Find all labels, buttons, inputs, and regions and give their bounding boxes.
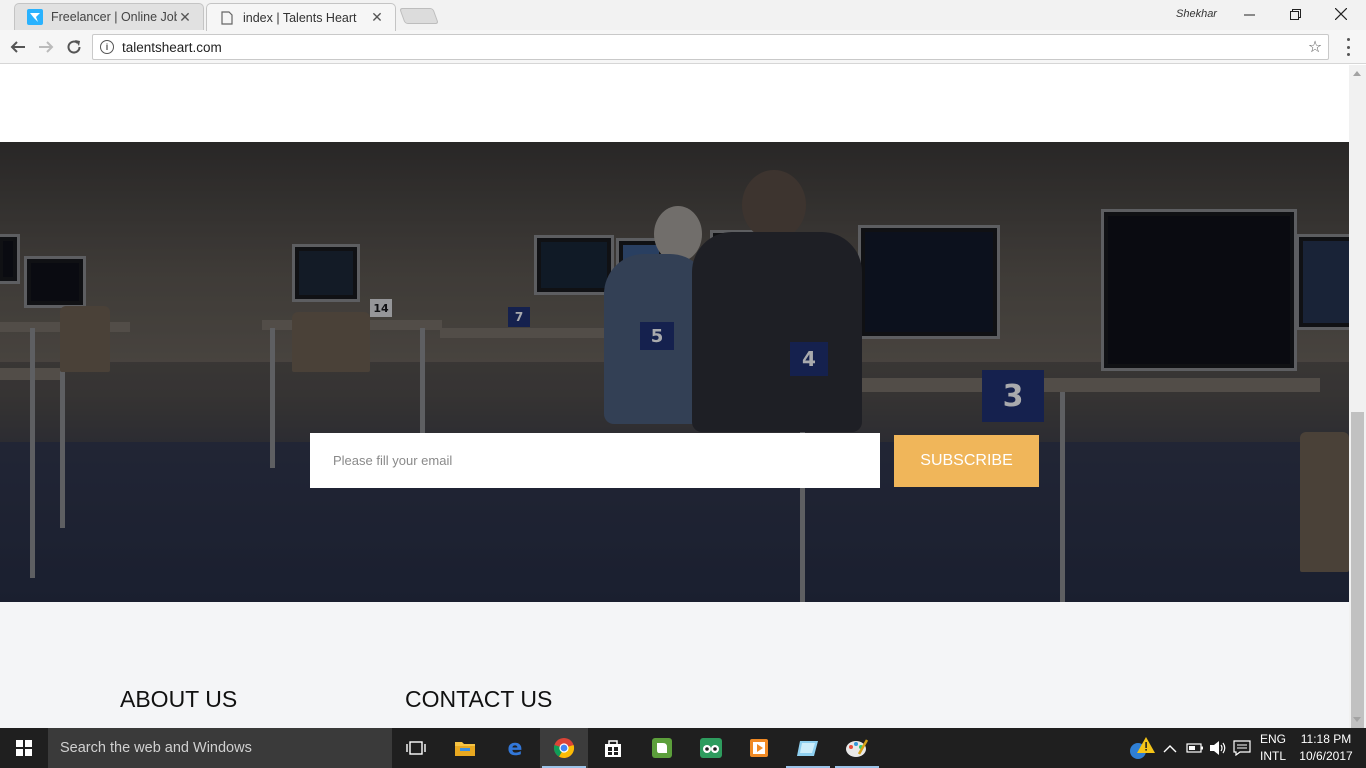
chrome-icon[interactable] [540,728,588,768]
bookmark-star-icon[interactable]: ☆ [1302,37,1328,57]
reload-button[interactable] [63,36,85,58]
tab-title: Freelancer | Online Jobs | [51,10,177,24]
close-window-button[interactable] [1318,0,1364,28]
file-explorer-icon[interactable] [441,728,489,768]
language-code: ENG [1259,732,1286,746]
close-tab-icon[interactable]: ✕ [177,9,193,26]
restore-button[interactable] [1272,0,1318,28]
battery-icon[interactable] [1186,728,1204,768]
clock-time: 11:18 PM [1300,732,1352,746]
svg-text:e: e [508,737,523,759]
evernote-icon[interactable] [638,728,686,768]
scroll-down-arrow-icon[interactable] [1353,717,1361,722]
action-center-icon[interactable] [1233,728,1251,768]
windows-taskbar: Search the web and Windows e ENG INTL 11… [0,728,1366,768]
tab-title: index | Talents Heart [243,10,357,25]
volume-icon[interactable] [1209,728,1227,768]
subscribe-form: SUBSCRIBE [310,433,1039,488]
subscribe-button[interactable]: SUBSCRIBE [894,435,1039,487]
taskbar-clock[interactable]: 11:18 PM 10/6/2017 [1296,731,1356,765]
keyboard-layout: INTL [1259,749,1286,763]
taskbar-search-box[interactable]: Search the web and Windows [48,728,392,768]
page-scrollbar[interactable] [1349,65,1366,728]
tab-talents-heart[interactable]: index | Talents Heart ✕ [206,3,396,31]
clock-date: 10/6/2017 [1299,749,1353,763]
contact-us-heading: CONTACT US [405,686,553,712]
page-favicon-icon [219,10,235,26]
browser-toolbar: i talentsheart.com ☆ [0,30,1366,64]
footer: ABOUT US CONTACT US [0,602,1349,728]
windows-logo-icon [16,740,32,756]
app-icon[interactable] [784,728,832,768]
subscribe-hero-section: 5 4 3 14 7 SUBSCRIBE [0,142,1349,602]
close-tab-icon[interactable]: ✕ [369,9,385,26]
url-text[interactable]: talentsheart.com [122,40,1302,55]
paint-icon[interactable] [833,728,881,768]
email-input[interactable] [310,433,880,488]
profile-name[interactable]: Shekhar [1176,8,1217,20]
new-tab-button[interactable] [399,8,439,24]
store-icon[interactable] [589,728,637,768]
media-player-icon[interactable] [735,728,783,768]
tripadvisor-icon[interactable] [687,728,735,768]
minimize-button[interactable] [1226,0,1272,28]
forward-button[interactable] [35,36,57,58]
freelancer-favicon-icon [27,9,43,25]
back-button[interactable] [7,36,29,58]
page-viewport: 5 4 3 14 7 SUBSCRIBE ABOUT US CONTACT US [0,65,1349,728]
browser-titlebar: Freelancer | Online Jobs | ✕ index | Tal… [0,0,1366,31]
scroll-up-arrow-icon[interactable] [1353,71,1361,76]
input-language-indicator[interactable]: ENG INTL [1258,731,1288,765]
task-view-icon[interactable] [392,728,440,768]
browser-menu-icon[interactable] [1340,38,1356,56]
start-button[interactable] [0,728,48,768]
address-bar[interactable]: i talentsheart.com ☆ [92,34,1329,60]
scrollbar-thumb[interactable] [1351,412,1364,728]
notification-warning-icon[interactable] [1128,728,1156,768]
about-us-heading: ABOUT US [120,686,238,712]
show-hidden-icons-chevron-up-icon[interactable] [1163,728,1177,768]
edge-icon[interactable]: e [491,728,539,768]
hero-dark-overlay [0,142,1349,602]
tab-freelancer[interactable]: Freelancer | Online Jobs | ✕ [14,3,204,30]
site-info-icon[interactable]: i [100,40,114,54]
